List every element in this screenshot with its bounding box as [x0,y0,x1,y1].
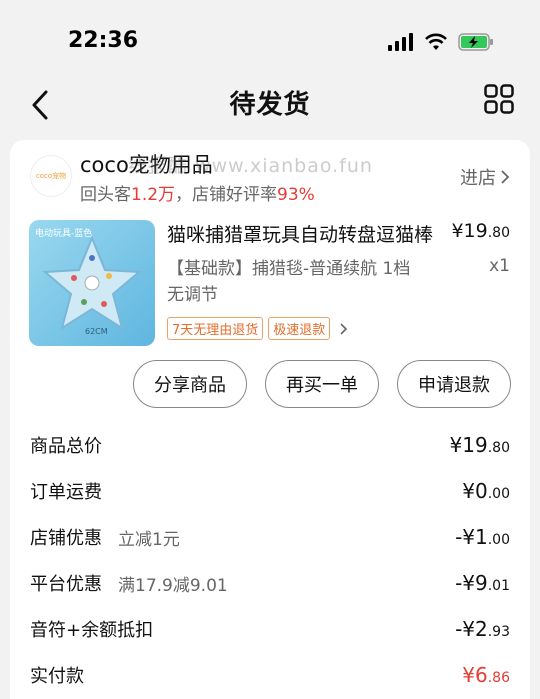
summary-label: 订单运费 [30,482,102,503]
shop-logo[interactable]: coco宠物 [30,155,72,197]
summary-row-shop-discount: 店铺优惠 立减1元 -¥1.00 [30,522,510,552]
summary-row-paid: 实付款 ¥6.86 [30,660,510,690]
summary-row-total: 商品总价 ¥19.80 [30,430,510,460]
summary-label: 店铺优惠 [30,528,102,549]
watermark: 线报酷 www.xianbao.fun [128,155,373,177]
summary-label: 实付款 [30,666,84,687]
summary-label: 平台优惠 [30,574,102,595]
product-qty: x1 [489,256,510,276]
shop-stats: 回头客1.2万，店铺好评率93% [80,180,315,205]
page-title: 待发货 [229,90,311,120]
request-refund-button[interactable]: 申请退款 [397,360,511,408]
signal-icon [388,33,413,51]
product-title[interactable]: 猫咪捕猎罩玩具自动转盘逗猫棒 [167,220,437,247]
summary-value: ¥19.80 [449,433,510,457]
thumb-size: 62CM [85,327,108,336]
status-bar: 22:36 [0,0,540,78]
summary-value: ¥0.00 [462,479,510,503]
shop-logo-text: coco宠物 [35,172,67,180]
buy-again-button[interactable]: 再买一单 [265,360,379,408]
tag-fast-refund: 极速退款 [268,317,331,340]
order-card: coco宠物 coco宠物用品 线报酷 www.xianbao.fun 回头客1… [10,140,530,699]
repeat-label: 回头客 [80,185,131,205]
enter-shop-label: 进店 [460,168,496,189]
enter-shop-button[interactable]: 进店 [460,164,510,190]
battery-charging-icon [458,33,493,51]
share-product-button[interactable]: 分享商品 [133,360,247,408]
repeat-value: 1.2万 [131,185,176,205]
product-thumbnail[interactable]: 电动玩具-蓝色 62CM [29,220,155,346]
price-main: ¥19 [451,220,488,242]
summary-value: -¥1.00 [455,525,510,549]
rating-value: 93% [277,185,315,205]
price-cents: .80 [487,225,510,241]
chevron-right-icon [501,170,510,184]
summary-row-balance-deduction: 音符+余额抵扣 -¥2.93 [30,614,510,644]
product-price: ¥19.80 [451,220,510,242]
wifi-icon [425,33,447,50]
nav-bar: 待发货 [0,78,540,140]
summary-label: 商品总价 [30,436,102,457]
summary-row-platform-discount: 平台优惠 满17.9减9.01 -¥9.01 [30,568,510,598]
summary-sub: 立减1元 [118,529,180,550]
grid-menu-icon[interactable] [484,84,514,114]
status-icons [388,33,494,51]
summary-label: 音符+余额抵扣 [30,620,154,641]
summary-sub: 满17.9减9.01 [118,575,228,596]
status-time: 22:36 [68,28,139,53]
summary-value: -¥9.01 [455,571,510,595]
summary-value: -¥2.93 [455,617,510,641]
chevron-right-icon [340,322,348,335]
product-spec: 【基础款】捕猎毯-普通续航 1档无调节 [167,259,411,305]
service-tags[interactable]: 7天无理由退货 极速退款 [167,317,349,340]
action-buttons: 分享商品 再买一单 申请退款 [133,360,511,408]
summary-value: ¥6.86 [462,663,510,687]
summary-row-shipping: 订单运费 ¥0.00 [30,476,510,506]
rating-label: ，店铺好评率 [175,185,278,205]
tag-7day-return: 7天无理由退货 [167,317,264,340]
